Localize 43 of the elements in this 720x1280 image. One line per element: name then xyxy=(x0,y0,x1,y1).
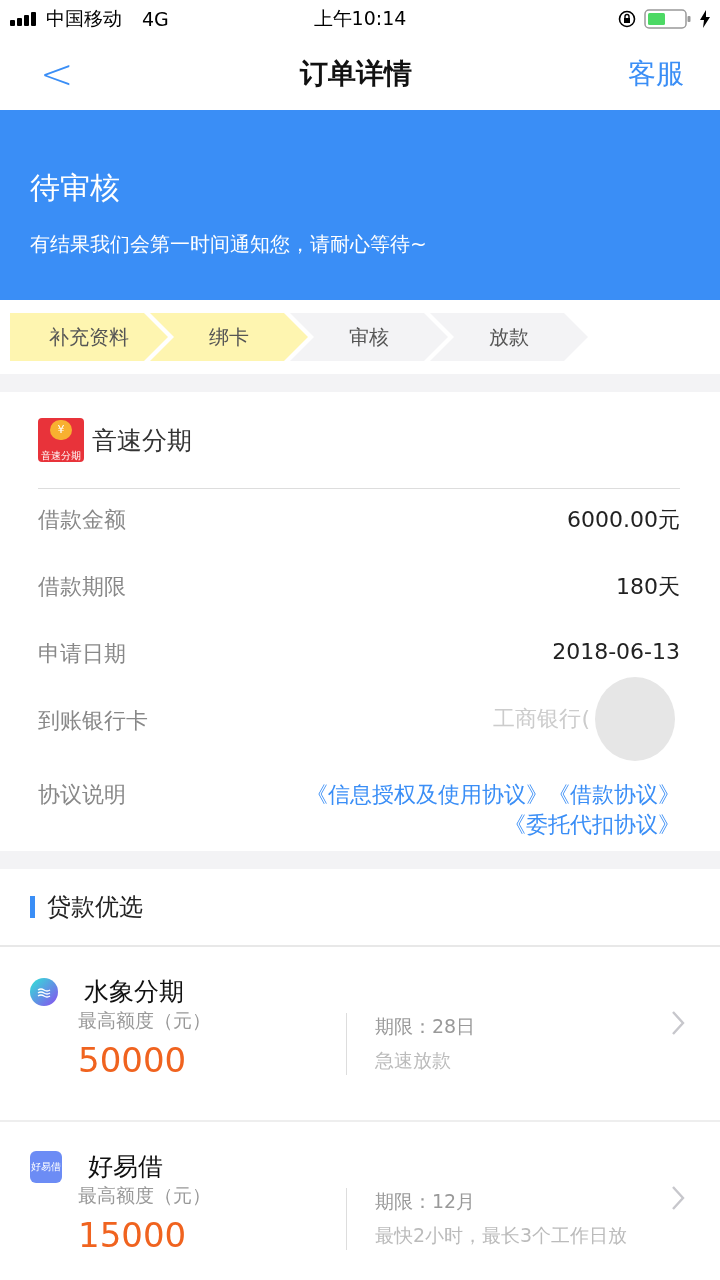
detail-label: 借款期限 xyxy=(38,573,126,601)
limit-label: 最高额度（元） xyxy=(78,1008,212,1033)
loan-term: 期限：12月 xyxy=(375,1189,476,1214)
detail-value: 6000.00元 xyxy=(567,506,680,534)
app-logo-icon: 好易借 xyxy=(30,1150,62,1183)
customer-service-button[interactable]: 客服 xyxy=(628,55,684,93)
network-type: 4G xyxy=(142,8,169,30)
wave-logo-icon xyxy=(30,977,58,1006)
limit-amount: 50000 xyxy=(78,1040,188,1080)
loan-note: 最快2小时，最长3个工作日放 xyxy=(375,1223,628,1248)
limit-label: 最高额度（元） xyxy=(78,1183,212,1208)
loan-offer-item[interactable]: 好易借 好易借 最高额度（元） 15000 期限：12月 最快2小时，最长3个工作日放 xyxy=(0,1122,720,1280)
loan-term: 期限：28日 xyxy=(375,1014,476,1039)
section-title: 贷款优选 xyxy=(47,892,143,923)
progress-step: 放款 xyxy=(430,313,588,361)
loan-note: 急速放款 xyxy=(375,1048,451,1073)
loan-offer-item[interactable]: 水象分期 最高额度（元） 50000 期限：28日 急速放款 xyxy=(0,947,720,1122)
detail-label: 申请日期 xyxy=(38,640,126,668)
detail-label: 借款金额 xyxy=(38,506,126,534)
page-title: 订单详情 xyxy=(299,56,412,92)
agreement-link[interactable]: 《委托代扣协议》 xyxy=(504,810,680,840)
battery-icon xyxy=(644,9,692,29)
app-logo-icon: ¥ 音速分期 xyxy=(38,418,84,462)
agreement-link[interactable]: 《借款协议》 xyxy=(548,780,680,810)
carrier-name: 中国移动 xyxy=(46,6,122,31)
detail-value: 2018-06-13 xyxy=(552,639,680,664)
clock: 上午10:14 xyxy=(313,6,407,31)
detail-value: 180天 xyxy=(616,573,680,601)
limit-amount: 15000 xyxy=(78,1215,188,1255)
detail-label: 协议说明 xyxy=(38,781,126,809)
status-message: 有结果我们会第一时间通知您，请耐心等待~ xyxy=(30,231,428,258)
agreement-link[interactable]: 《信息授权及使用协议》 xyxy=(306,780,548,810)
status-title: 待审核 xyxy=(30,169,121,207)
loan-product-name: 水象分期 xyxy=(84,976,184,1008)
charging-icon xyxy=(700,10,710,28)
section-marker xyxy=(30,896,35,918)
detail-label: 到账银行卡 xyxy=(38,707,148,735)
chevron-right-icon xyxy=(671,1185,685,1211)
back-button[interactable]: < xyxy=(30,51,84,97)
loan-product-name: 好易借 xyxy=(88,1151,163,1183)
app-name: 音速分期 xyxy=(92,424,192,457)
chevron-right-icon xyxy=(671,1010,685,1036)
rotation-lock-icon xyxy=(618,10,636,28)
